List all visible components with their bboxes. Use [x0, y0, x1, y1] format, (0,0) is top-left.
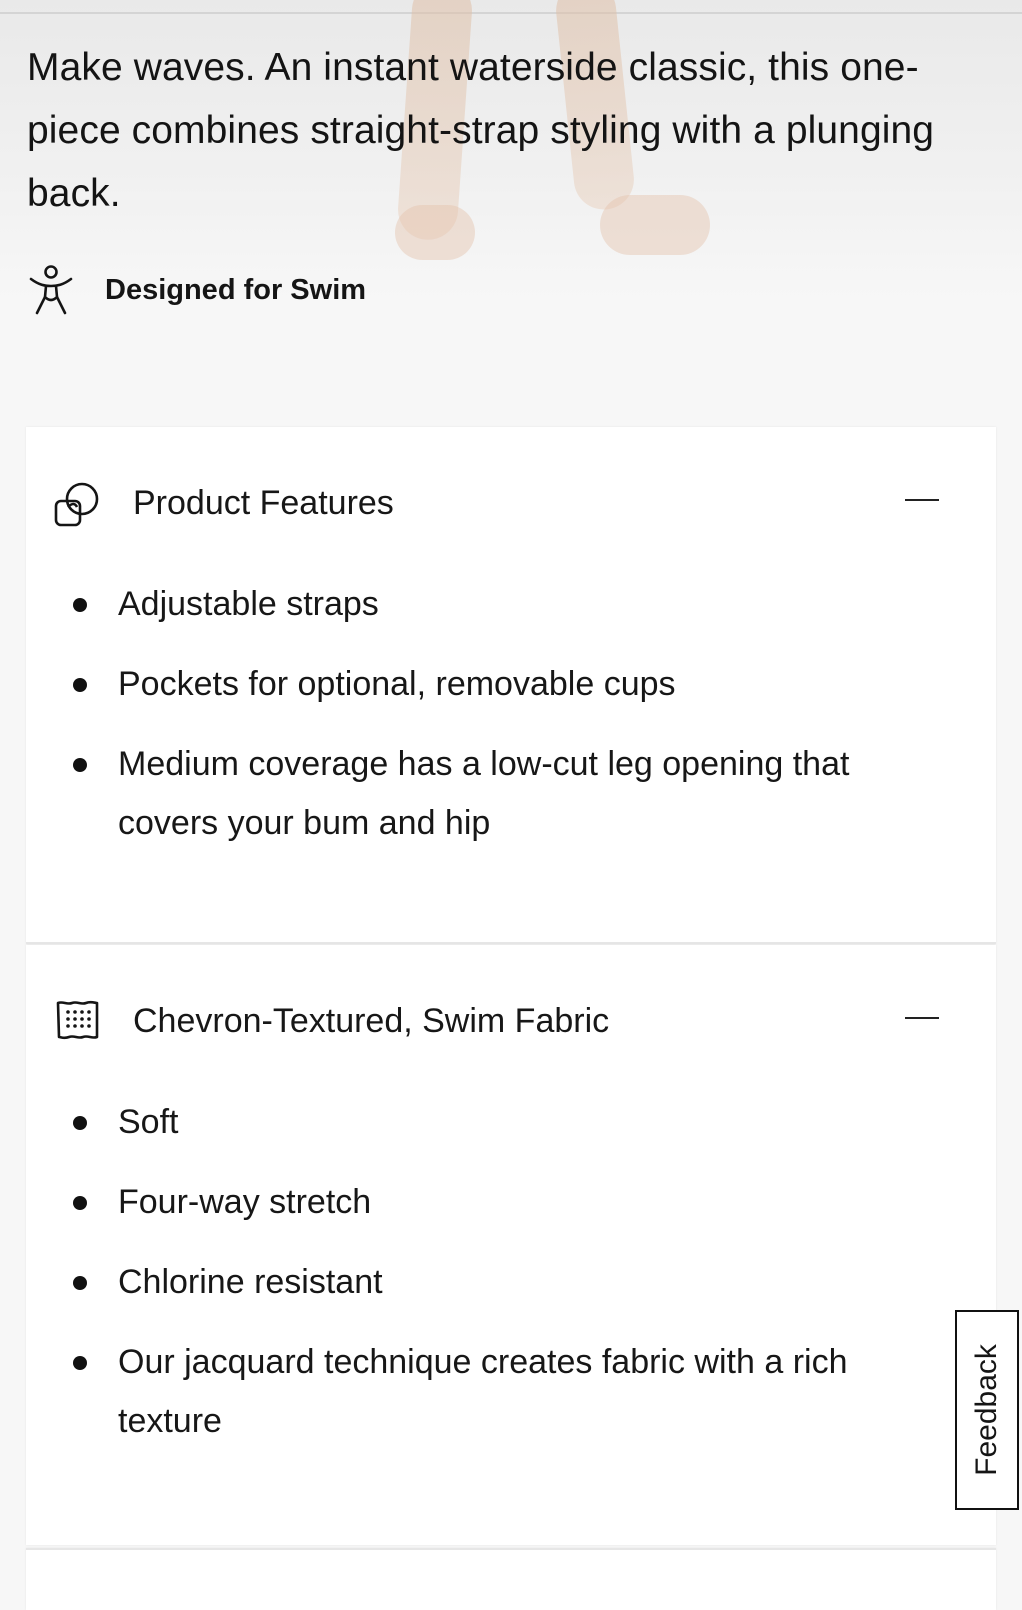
list-item: Adjustable straps [26, 575, 926, 634]
list-item: Four-way stretch [26, 1173, 926, 1232]
section-title: Product Features [133, 484, 394, 522]
designed-for-label: Designed for Swim [105, 273, 367, 306]
feature-list: Adjustable straps Pockets for optional, … [26, 575, 926, 874]
features-icon [53, 479, 103, 529]
product-features-header[interactable]: Product Features [26, 427, 996, 587]
minus-icon[interactable] [901, 485, 941, 515]
section-title: Chevron-Textured, Swim Fabric [133, 1002, 610, 1040]
fabric-header[interactable]: Chevron-Textured, Swim Fabric [26, 945, 996, 1105]
feedback-label: Feedback [970, 1344, 1003, 1476]
list-item: Chlorine resistant [26, 1253, 926, 1312]
list-item: Pockets for optional, removable cups [26, 655, 926, 714]
list-item: Soft [26, 1093, 926, 1152]
minus-icon[interactable] [901, 1003, 941, 1033]
divider [0, 12, 1022, 14]
swimmer-icon [27, 263, 75, 317]
feedback-button[interactable]: Feedback [955, 1310, 1019, 1510]
product-description: Make waves. An instant waterside classic… [27, 46, 935, 215]
next-panel [26, 1548, 996, 1610]
fabric-list: Soft Four-way stretch Chlorine resistant… [26, 1093, 926, 1472]
fabric-panel: Chevron-Textured, Swim Fabric Soft Four-… [26, 945, 996, 1545]
designed-for-badge: Designed for Swim [27, 260, 366, 320]
product-features-panel: Product Features Adjustable straps Pocke… [26, 427, 996, 944]
list-item: Our jacquard technique creates fabric wi… [26, 1333, 926, 1451]
list-item: Medium coverage has a low-cut leg openin… [26, 735, 926, 853]
fabric-icon [53, 997, 103, 1047]
